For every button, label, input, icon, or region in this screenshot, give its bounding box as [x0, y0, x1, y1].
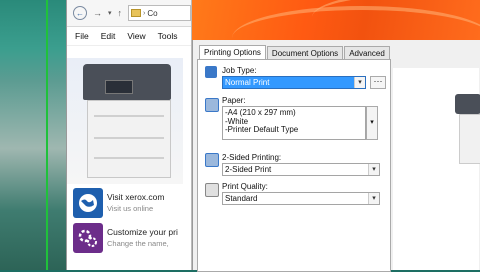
job-type-label: Job Type: [222, 66, 257, 75]
printer-image [67, 58, 183, 184]
breadcrumb-separator-icon: › [143, 9, 146, 17]
job-type-select[interactable]: Normal Print ▾ [222, 76, 366, 89]
desktop-green-line [46, 0, 48, 270]
back-button[interactable]: ← [73, 6, 87, 20]
desktop-background [0, 0, 66, 270]
visit-xerox-link[interactable]: Visit xerox.com Visit us online [73, 186, 183, 220]
printer-preview-pane [393, 68, 480, 270]
paper-dropdown-button[interactable]: ▾ [366, 106, 378, 140]
printer-body [87, 100, 171, 178]
paper-summary-box[interactable]: -A4 (210 x 297 mm) -White -Printer Defau… [222, 106, 366, 140]
printing-preferences-dialog: Printing Options Document Options Advanc… [192, 40, 480, 272]
menu-file[interactable]: File [75, 31, 89, 41]
two-sided-select[interactable]: 2-Sided Print ▾ [222, 163, 380, 176]
chevron-down-icon[interactable]: ▾ [368, 164, 379, 175]
address-bar[interactable]: › Co [128, 5, 191, 21]
preview-printer-lid [455, 94, 480, 114]
print-quality-select[interactable]: Standard ▾ [222, 192, 380, 205]
history-dropdown-icon[interactable]: ▾ [108, 9, 112, 17]
two-sided-icon [205, 153, 219, 167]
paper-type-line: -Printer Default Type [225, 125, 299, 134]
job-type-value: Normal Print [225, 78, 270, 87]
navigation-bar: ← → ▾ ↑ › Co [67, 0, 191, 27]
printing-options-panel: Job Type: Normal Print ▾ ··· Paper: -A4 … [197, 59, 391, 272]
customize-printer-title[interactable]: Customize your pri [107, 227, 178, 238]
menu-tools[interactable]: Tools [158, 31, 178, 41]
visit-xerox-subtitle: Visit us online [107, 204, 154, 213]
chevron-down-icon[interactable]: ▾ [354, 77, 365, 88]
print-quality-value: Standard [225, 194, 258, 203]
job-type-more-button[interactable]: ··· [370, 76, 386, 89]
folder-icon [131, 9, 142, 17]
preview-printer-body [459, 114, 480, 164]
menu-view[interactable]: View [127, 31, 145, 41]
up-arrow-icon[interactable]: ↑ [118, 8, 123, 18]
customize-printer-link[interactable]: Customize your pri Change the name, [73, 221, 183, 255]
printer-control-panel [105, 80, 133, 94]
paper-label: Paper: [222, 96, 246, 105]
visit-xerox-title[interactable]: Visit xerox.com [107, 192, 164, 203]
gears-icon [73, 223, 103, 253]
address-text: Co [147, 8, 158, 18]
explorer-window: ← → ▾ ↑ › Co File Edit View Tools Visit … [66, 0, 192, 270]
menu-bar: File Edit View Tools [67, 27, 191, 46]
menu-edit[interactable]: Edit [101, 31, 116, 41]
job-type-icon [205, 66, 217, 78]
forward-arrow-icon[interactable]: → [93, 8, 102, 18]
globe-icon [73, 188, 103, 218]
two-sided-value: 2-Sided Print [225, 165, 272, 174]
explorer-footer [67, 254, 191, 270]
chevron-down-icon[interactable]: ▾ [368, 193, 379, 204]
two-sided-label: 2-Sided Printing: [222, 153, 282, 162]
customize-printer-subtitle: Change the name, [107, 239, 169, 248]
print-quality-label: Print Quality: [222, 182, 268, 191]
desktop-wallpaper-orange [192, 0, 480, 40]
print-quality-icon [205, 183, 219, 197]
paper-icon [205, 98, 219, 112]
